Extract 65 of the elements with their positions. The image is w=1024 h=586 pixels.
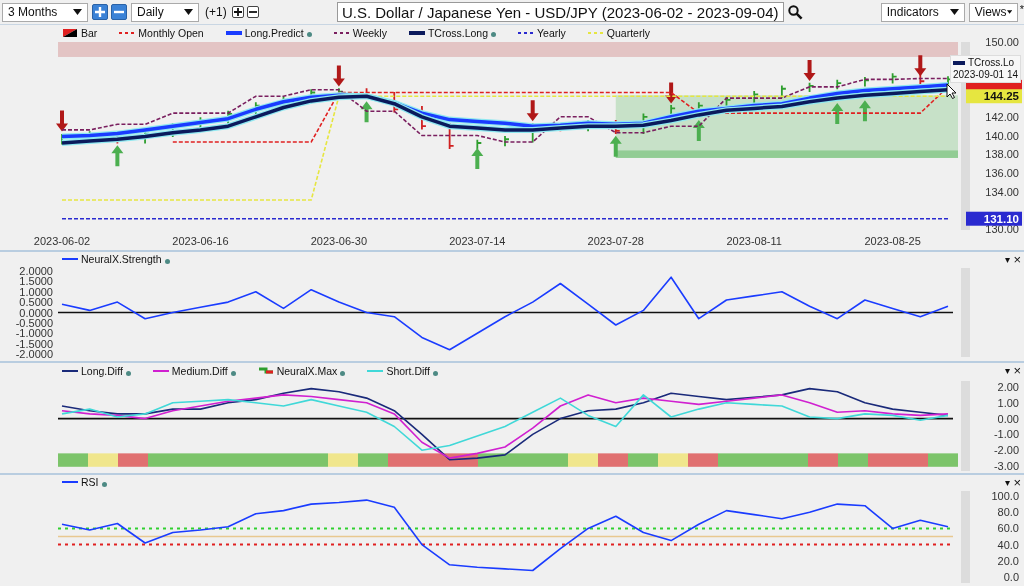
axis-label: 138.00 bbox=[985, 148, 1019, 161]
legend-label: NeuralX.Max bbox=[276, 365, 338, 377]
axis-label: 0.5000 bbox=[19, 296, 53, 309]
axis-label: 1.5000 bbox=[19, 275, 53, 288]
axis-label: -2.00 bbox=[993, 444, 1019, 457]
axis-label: 2.00 bbox=[997, 381, 1019, 393]
close-button[interactable]: × bbox=[1013, 476, 1021, 489]
interval-dropdown[interactable]: Daily bbox=[131, 2, 199, 22]
axis-label: 2.0000 bbox=[19, 265, 53, 277]
offset-label: (+1) bbox=[205, 5, 227, 19]
axis-label: 1.00 bbox=[997, 396, 1019, 409]
axis-label: 0.00 bbox=[997, 412, 1019, 425]
legend-label: Short.Diff bbox=[386, 365, 430, 377]
axis-label: 80.0 bbox=[997, 506, 1019, 519]
close-button[interactable]: × bbox=[1013, 364, 1021, 377]
axis-label: 2023-08-25 bbox=[864, 235, 921, 247]
axis-label: 150.00 bbox=[985, 36, 1019, 48]
tooltip-label: TCross.Lo bbox=[968, 57, 1015, 69]
legend-label: RSI bbox=[81, 476, 99, 488]
axis-label: 2023-07-28 bbox=[587, 235, 644, 247]
panel-menu-button[interactable]: ▾ bbox=[1005, 253, 1011, 266]
legend-label: Monthly Open bbox=[138, 26, 204, 39]
axis-label: 140.00 bbox=[985, 129, 1019, 142]
axis-label: 136.00 bbox=[985, 166, 1019, 179]
axis-label: -3.00 bbox=[993, 460, 1019, 472]
axis-label: 2023-07-14 bbox=[449, 235, 506, 247]
symbol-title: U.S. Dollar / Japanese Yen - USD/JPY (2023-06-02 - 2023-09-04) bbox=[336, 2, 784, 22]
axis-label: -2.0000 bbox=[15, 348, 53, 360]
tooltip-value: 2023-09-01 14 bbox=[953, 69, 1019, 80]
axis-label: 2023-06-16 bbox=[172, 235, 229, 247]
price-tag: 131.10 bbox=[966, 211, 1022, 226]
panel-menu-button[interactable]: ▾ bbox=[1005, 364, 1011, 377]
axis-label: 2023-06-02 bbox=[33, 235, 91, 247]
axis-label: 20.0 bbox=[997, 554, 1019, 567]
legend-label: Long.Predict bbox=[244, 26, 304, 39]
axis-label: 0.0 bbox=[1003, 571, 1019, 583]
indicators-dropdown[interactable]: Indicators bbox=[880, 2, 965, 22]
legend-label: Medium.Diff bbox=[171, 365, 228, 377]
legend-label: Bar bbox=[81, 26, 98, 39]
axis-label: -0.5000 bbox=[15, 316, 53, 329]
axis-label: 60.0 bbox=[997, 522, 1019, 535]
axis-label: 1.0000 bbox=[19, 285, 53, 298]
price-tag: 144.25 bbox=[966, 89, 1022, 104]
range-dropdown[interactable]: 3 Months bbox=[2, 2, 88, 22]
axis-label: 142.00 bbox=[985, 110, 1019, 123]
legend-label: Weekly bbox=[352, 26, 387, 39]
axis-label: 134.00 bbox=[985, 185, 1019, 198]
views-dropdown[interactable]: Views bbox=[968, 2, 1018, 22]
legend-label: Yearly bbox=[537, 26, 566, 39]
axis-label: 100.0 bbox=[991, 490, 1019, 502]
axis-label: 0.0000 bbox=[19, 306, 53, 319]
legend-label: TCross.Long bbox=[427, 26, 489, 39]
axis-label: -1.00 bbox=[993, 428, 1019, 441]
legend-label: NeuralX.Strength bbox=[81, 253, 162, 265]
legend-label: Long.Diff bbox=[81, 365, 123, 377]
panel-menu-button[interactable]: ▾ bbox=[1005, 476, 1011, 489]
legend-label: Quarterly bbox=[606, 26, 651, 39]
axis-label: -1.5000 bbox=[15, 337, 53, 350]
views-marker: * bbox=[1019, 3, 1024, 15]
close-button[interactable]: × bbox=[1013, 253, 1021, 266]
axis-label: 40.0 bbox=[997, 538, 1019, 551]
axis-label: 2023-06-30 bbox=[310, 235, 367, 247]
axis-label: -1.0000 bbox=[15, 327, 53, 340]
axis-label: 2023-08-11 bbox=[726, 235, 782, 247]
axis-label: 130.00 bbox=[985, 223, 1019, 235]
